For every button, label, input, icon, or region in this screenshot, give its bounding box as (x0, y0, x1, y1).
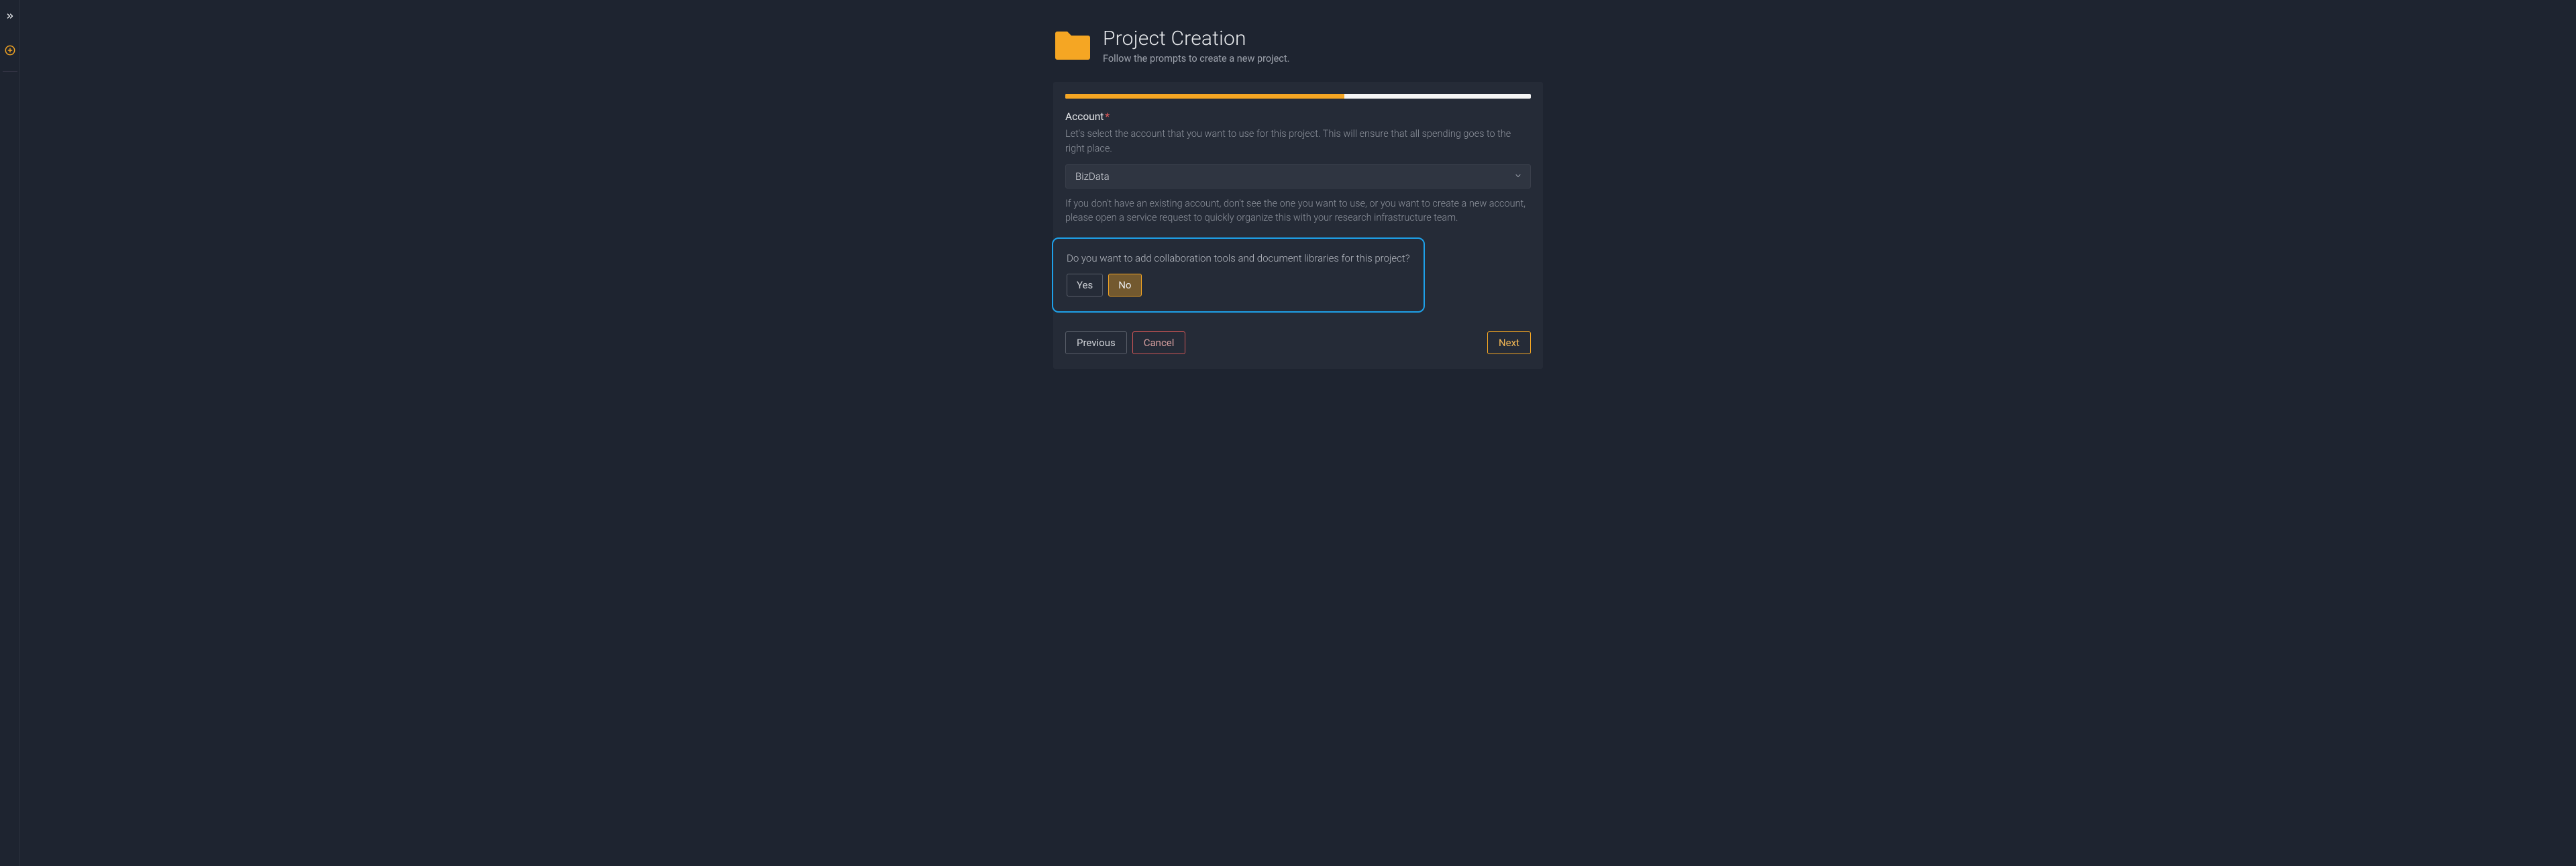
collab-question: Do you want to add collaboration tools a… (1067, 252, 1410, 264)
account-label-text: Account (1065, 111, 1104, 123)
sidebar-divider (3, 71, 17, 72)
page-header: Project Creation Follow the prompts to c… (1053, 27, 1543, 64)
account-selected-value: BizData (1075, 170, 1110, 182)
add-project-button[interactable] (0, 42, 20, 62)
next-button[interactable]: Next (1487, 331, 1531, 354)
required-mark: * (1105, 111, 1110, 123)
account-label: Account* (1065, 111, 1531, 123)
page-subtitle: Follow the prompts to create a new proje… (1103, 53, 1289, 64)
collab-yes-button[interactable]: Yes (1067, 274, 1103, 296)
cancel-button[interactable]: Cancel (1132, 331, 1186, 354)
sidebar (0, 0, 20, 866)
account-note: If you don't have an existing account, d… (1065, 197, 1531, 226)
progress-fill (1065, 94, 1344, 99)
collab-no-button[interactable]: No (1108, 274, 1141, 296)
previous-button[interactable]: Previous (1065, 331, 1127, 354)
account-hint: Let's select the account that you want t… (1065, 127, 1531, 156)
folder-icon (1053, 30, 1092, 62)
wizard-nav: Previous Cancel Next (1065, 331, 1531, 354)
chevron-down-icon (1514, 170, 1522, 182)
chevrons-right-icon (5, 11, 15, 23)
page-title: Project Creation (1103, 27, 1289, 50)
account-field: Account* Let's select the account that y… (1065, 111, 1531, 225)
expand-sidebar-button[interactable] (0, 7, 20, 27)
collab-question-box: Do you want to add collaboration tools a… (1052, 237, 1425, 313)
progress-bar (1065, 94, 1531, 99)
plus-circle-icon (5, 45, 15, 58)
wizard-card: Account* Let's select the account that y… (1053, 82, 1543, 369)
account-select[interactable]: BizData (1065, 164, 1531, 188)
main-content: Project Creation Follow the prompts to c… (20, 0, 2576, 866)
